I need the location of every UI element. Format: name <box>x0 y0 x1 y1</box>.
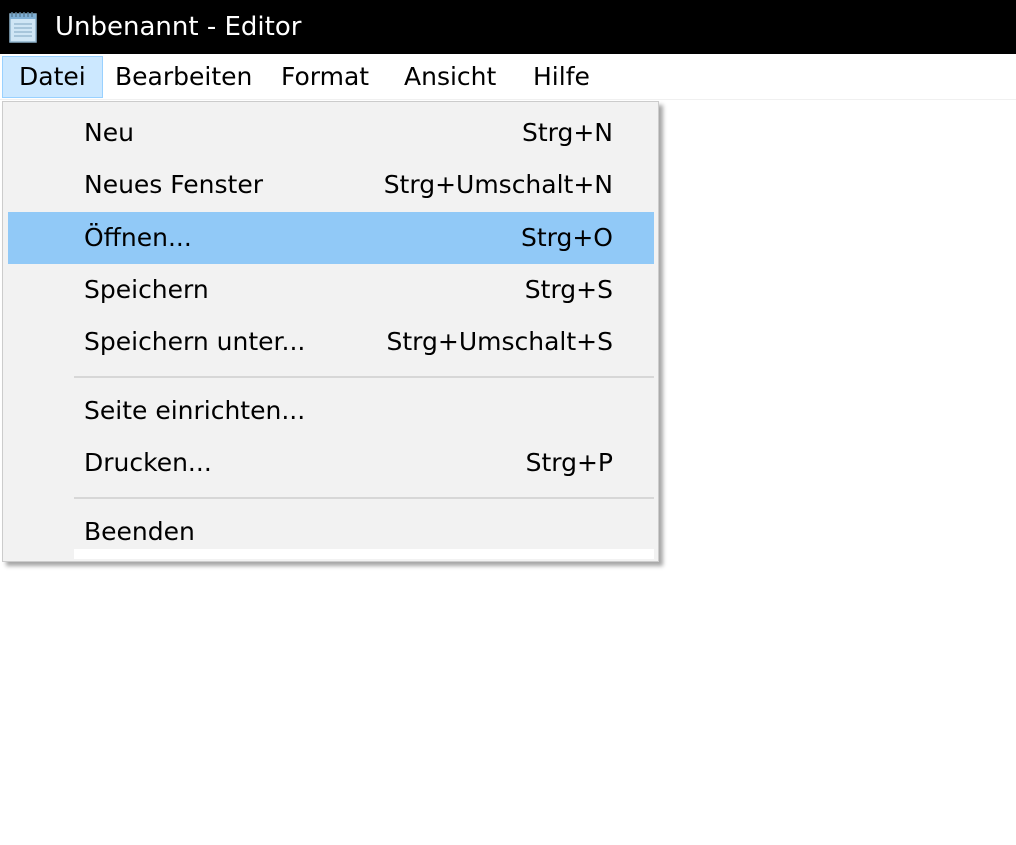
menu-item-speichern-unter[interactable]: Speichern unter... Strg+Umschalt+S <box>8 316 654 368</box>
menu-item-neues-fenster[interactable]: Neues Fenster Strg+Umschalt+N <box>8 159 654 211</box>
menu-bottom-strip <box>74 549 654 559</box>
menu-separator <box>74 376 654 378</box>
menu-bearbeiten[interactable]: Bearbeiten <box>99 56 268 98</box>
notepad-icon <box>9 12 37 43</box>
menu-item-shortcut: Strg+Umschalt+N <box>383 170 613 199</box>
menu-item-shortcut: Strg+O <box>520 223 613 252</box>
menu-item-shortcut: Strg+N <box>521 118 613 147</box>
menu-item-drucken[interactable]: Drucken... Strg+P <box>8 437 654 489</box>
menu-item-label: Neues Fenster <box>84 170 264 199</box>
menu-item-label: Seite einrichten... <box>84 396 306 425</box>
menu-item-label: Drucken... <box>84 448 212 477</box>
window-title: Unbenannt - Editor <box>55 12 302 42</box>
menu-ansicht[interactable]: Ansicht <box>388 56 512 98</box>
menu-format[interactable]: Format <box>265 56 385 98</box>
menu-item-label: Öffnen... <box>84 223 192 252</box>
menu-item-seite-einrichten[interactable]: Seite einrichten... <box>8 385 654 437</box>
menu-hilfe[interactable]: Hilfe <box>517 56 606 98</box>
menu-item-shortcut: Strg+Umschalt+S <box>386 327 613 356</box>
menu-item-speichern[interactable]: Speichern Strg+S <box>8 264 654 316</box>
menu-item-neu[interactable]: Neu Strg+N <box>8 107 654 159</box>
title-bar[interactable]: Unbenannt - Editor <box>0 0 1016 54</box>
menu-bar: Datei Bearbeiten Format Ansicht Hilfe <box>0 54 1016 100</box>
menu-datei[interactable]: Datei <box>2 56 103 98</box>
menu-item-label: Neu <box>84 118 134 147</box>
menu-item-shortcut: Strg+S <box>524 275 613 304</box>
file-menu-dropdown: Neu Strg+N Neues Fenster Strg+Umschalt+N… <box>2 101 659 562</box>
menu-separator <box>74 497 654 499</box>
menu-item-label: Speichern unter... <box>84 327 306 356</box>
menu-item-oeffnen[interactable]: Öffnen... Strg+O <box>8 212 654 264</box>
menu-item-shortcut: Strg+P <box>525 448 613 477</box>
menu-item-label: Speichern <box>84 275 209 304</box>
